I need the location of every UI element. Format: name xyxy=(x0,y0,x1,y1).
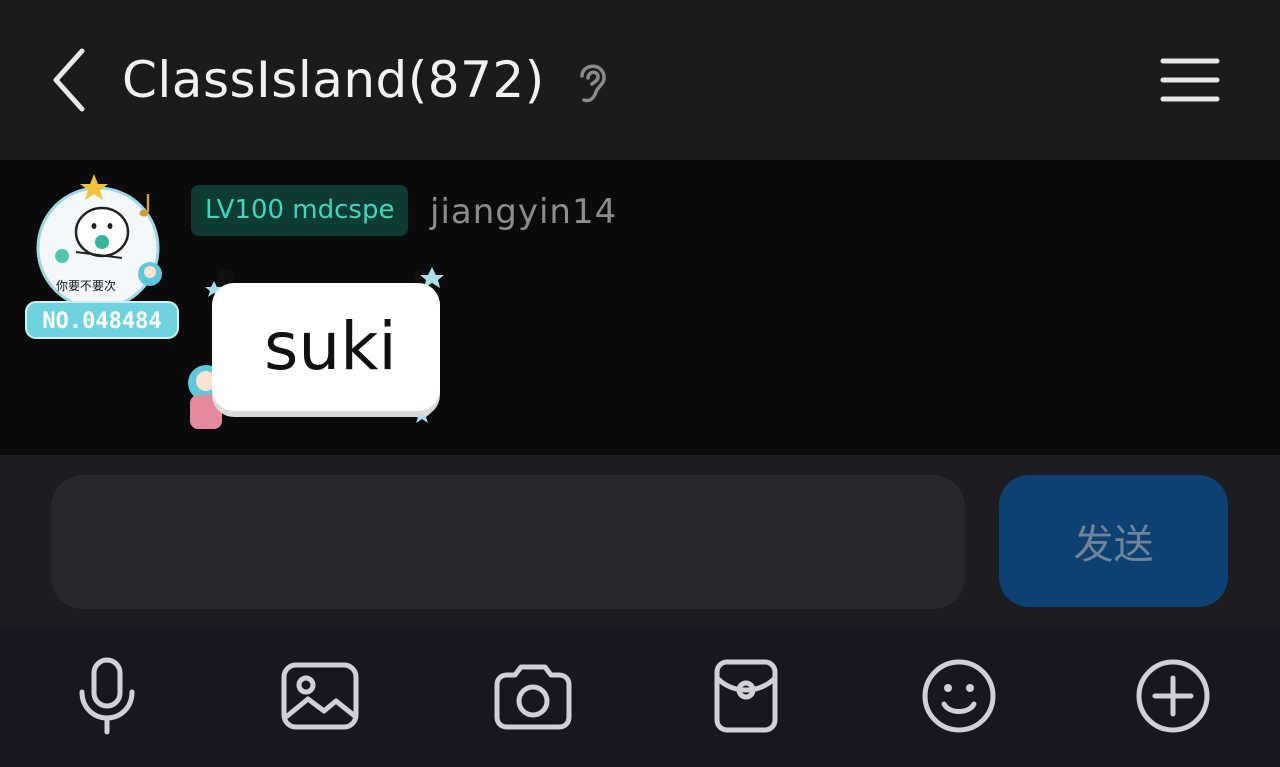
message-list: 你要不要次 NO.048484 LV100 mdcspe jiangyin14 … xyxy=(0,160,1280,455)
composer-toolbar xyxy=(0,627,1280,767)
avatar-caption: 你要不要次 xyxy=(56,279,116,293)
plus-circle-icon xyxy=(1136,659,1210,733)
message-input[interactable] xyxy=(51,475,965,609)
sender-name[interactable]: jiangyin14 xyxy=(430,188,617,236)
send-button[interactable]: 发送 xyxy=(999,475,1228,607)
bubble-body: suki xyxy=(212,283,440,411)
camera-icon xyxy=(494,664,572,730)
message-bubble[interactable]: suki xyxy=(170,265,460,445)
emoji-icon xyxy=(922,659,996,733)
image-icon xyxy=(281,662,359,730)
message-text: suki xyxy=(264,308,397,385)
hamburger-menu-icon xyxy=(1160,58,1220,102)
ear-icon[interactable] xyxy=(570,56,614,106)
red-packet-button[interactable] xyxy=(696,641,796,751)
red-packet-icon xyxy=(714,659,778,733)
chat-title[interactable]: ClassIsland(872) xyxy=(122,48,545,112)
microphone-icon xyxy=(79,657,135,735)
more-button[interactable] xyxy=(1123,641,1223,751)
voice-button[interactable] xyxy=(57,641,157,751)
image-button[interactable] xyxy=(270,641,370,751)
menu-button[interactable] xyxy=(1150,48,1230,112)
chat-header: ClassIsland(872) xyxy=(0,0,1280,160)
back-button[interactable] xyxy=(36,40,100,120)
level-badge: LV100 mdcspe xyxy=(191,185,409,236)
avatar-number: NO.048484 xyxy=(42,309,161,334)
emoji-button[interactable] xyxy=(909,641,1009,751)
chevron-left-icon xyxy=(53,48,85,112)
composer: 发送 xyxy=(0,455,1280,627)
camera-button[interactable] xyxy=(483,641,583,751)
avatar[interactable]: 你要不要次 NO.048484 xyxy=(22,166,184,346)
